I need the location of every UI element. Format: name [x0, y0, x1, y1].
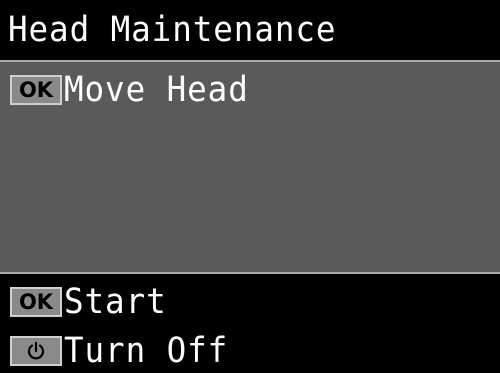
start-action[interactable]: OK Start	[10, 282, 174, 322]
menu-item-label: Move Head	[64, 69, 249, 110]
power-icon	[10, 336, 62, 366]
page-title: Head Maintenance	[8, 9, 337, 50]
menu-item-move-head[interactable]: OK Move Head	[10, 70, 263, 110]
title-bar: Head Maintenance	[0, 0, 500, 60]
start-label: Start	[64, 281, 167, 322]
ok-key-badge: OK	[10, 75, 62, 105]
printer-lcd-screen: Head Maintenance OK Move Head OK Start T…	[0, 0, 500, 373]
content-panel: OK Move Head	[0, 60, 500, 274]
turn-off-action[interactable]: Turn Off	[10, 331, 241, 371]
ok-key-badge: OK	[10, 287, 62, 317]
turn-off-label: Turn Off	[64, 330, 229, 371]
